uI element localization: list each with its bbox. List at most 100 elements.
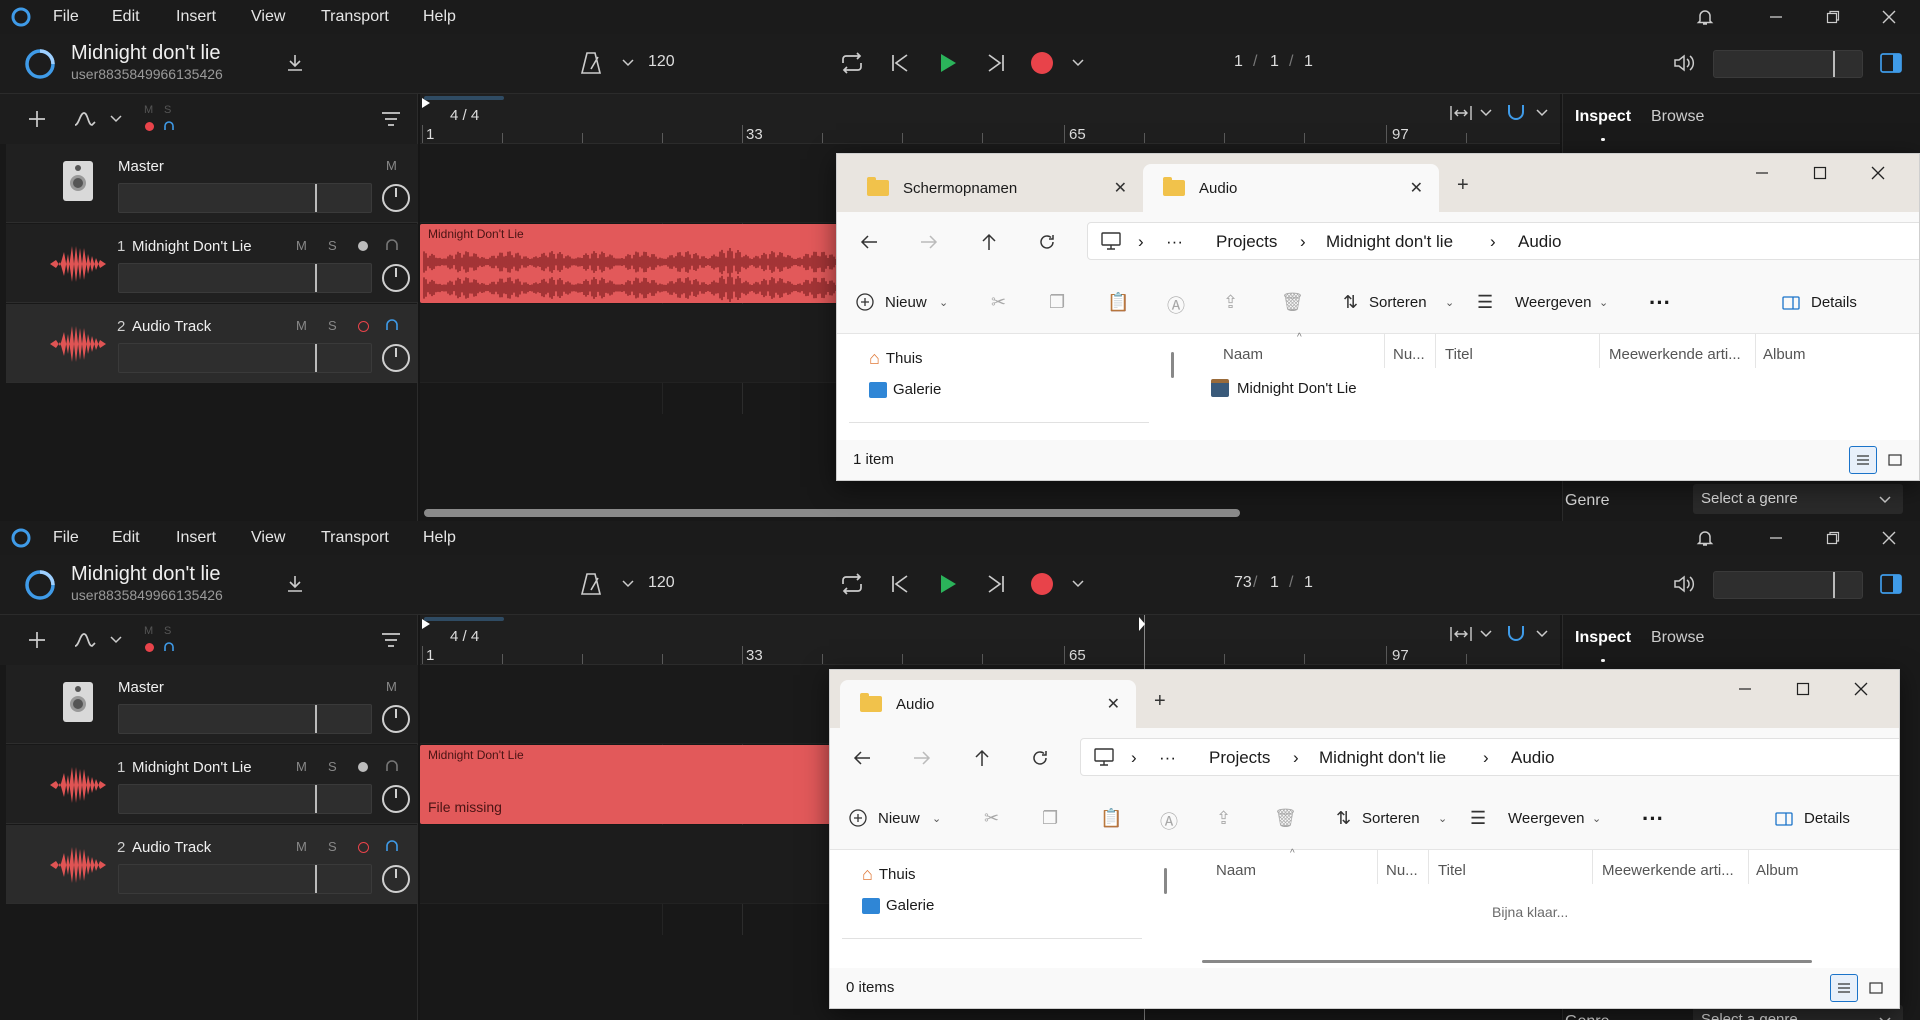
column-meewerkende-artiesten[interactable]: Meewerkende arti... — [1602, 862, 1734, 879]
menu-transport[interactable]: Transport — [321, 8, 389, 26]
sort-button[interactable]: Sorteren — [1362, 810, 1420, 827]
explorer-close-icon[interactable] — [1871, 164, 1885, 185]
view-dropdown-chevron-icon[interactable]: ⌄ — [1599, 296, 1608, 309]
address-bar[interactable]: › ··· Projects › Midnight don't lie › Au… — [1087, 222, 1919, 260]
add-track-icon[interactable] — [24, 627, 50, 653]
record-icon[interactable] — [1028, 49, 1056, 77]
playhead-marker-icon[interactable] — [1139, 617, 1145, 631]
snap-magnet-icon[interactable] — [1504, 621, 1528, 645]
timeline-ruler[interactable]: 4 / 4 1 33 65 97 — [420, 94, 1560, 144]
mute-button[interactable]: M — [296, 238, 307, 253]
project-logo-icon[interactable] — [22, 46, 58, 82]
master-track[interactable]: Master M — [6, 144, 418, 223]
position-tick[interactable]: 1 — [1304, 574, 1313, 592]
record-dropdown-chevron-icon[interactable] — [1070, 575, 1086, 593]
automation-icon[interactable] — [72, 106, 98, 132]
pan-knob[interactable] — [382, 865, 410, 893]
details-pane-icon[interactable] — [1781, 294, 1801, 312]
new-tab-plus-icon[interactable]: + — [1154, 690, 1166, 713]
explorer-tab-close-icon[interactable]: ✕ — [1410, 178, 1423, 198]
time-signature-box[interactable] — [424, 617, 504, 621]
metronome-dropdown-chevron-icon[interactable] — [620, 54, 636, 72]
nav-scrollbar[interactable] — [1171, 352, 1174, 378]
position-bar[interactable]: 1 — [1234, 53, 1243, 71]
audio-clip[interactable]: Midnight Don't Lie File missing — [420, 745, 860, 824]
minimize-icon[interactable] — [1763, 5, 1789, 29]
nav-item-thuis[interactable]: ⌂ Thuis — [869, 348, 923, 369]
track-name[interactable]: Midnight Don't Lie — [132, 238, 252, 255]
rename-icon[interactable]: Ⓐ — [1167, 292, 1185, 318]
track-name[interactable]: Midnight Don't Lie — [132, 759, 252, 776]
file-explorer-window[interactable]: Audio ✕ + › ··· Projects › Midnight don't … — [829, 669, 1900, 1009]
explorer-close-icon[interactable] — [1854, 680, 1868, 701]
column-titel[interactable]: Titel — [1438, 862, 1466, 879]
panel-toggle-icon[interactable] — [1878, 571, 1904, 597]
nav-item-galerie[interactable]: Galerie — [862, 897, 934, 914]
details-view-button[interactable] — [1849, 446, 1877, 474]
notification-bell-icon[interactable] — [1692, 525, 1718, 551]
paste-icon[interactable]: 📋 — [1100, 808, 1122, 829]
project-logo-icon[interactable] — [22, 567, 58, 603]
solo-button[interactable]: S — [328, 238, 337, 253]
column-album[interactable]: Album — [1756, 862, 1799, 879]
delete-icon[interactable]: 🗑 — [1281, 292, 1304, 313]
nav-item-galerie[interactable]: Galerie — [869, 381, 941, 398]
automation-dropdown-chevron-icon[interactable] — [108, 110, 124, 128]
cut-icon[interactable]: ✂ — [984, 808, 999, 829]
global-monitor-icon[interactable] — [162, 640, 176, 654]
breadcrumb-overflow[interactable]: ··· — [1159, 748, 1176, 768]
column-naam[interactable]: Naam — [1216, 862, 1256, 879]
nav-item-thuis[interactable]: ⌂ Thuis — [862, 864, 916, 885]
project-title[interactable]: Midnight don't lie — [71, 42, 220, 65]
explorer-tab-close-icon[interactable]: ✕ — [1107, 694, 1120, 714]
genre-select[interactable]: Select a genre — [1693, 484, 1903, 514]
up-arrow-icon[interactable] — [977, 230, 1001, 254]
back-arrow-icon[interactable] — [850, 746, 874, 770]
pan-knob[interactable] — [382, 344, 410, 372]
details-button[interactable]: Details — [1811, 294, 1857, 311]
master-volume-handle[interactable] — [1833, 51, 1835, 77]
view-button[interactable]: Weergeven — [1515, 294, 1591, 311]
paste-icon[interactable]: 📋 — [1107, 292, 1129, 313]
copy-icon[interactable]: ❐ — [1049, 292, 1065, 313]
volume-icon[interactable] — [1670, 570, 1698, 598]
track-fader[interactable] — [118, 864, 372, 894]
menu-help[interactable]: Help — [423, 8, 456, 26]
skip-back-icon[interactable] — [886, 570, 914, 598]
tab-browse[interactable]: Browse — [1651, 629, 1704, 647]
nav-scrollbar[interactable] — [1164, 868, 1167, 894]
breadcrumb-project[interactable]: Midnight don't lie — [1326, 232, 1453, 252]
master-track-fader[interactable] — [118, 183, 372, 213]
menu-file[interactable]: File — [53, 529, 79, 547]
delete-icon[interactable]: 🗑 — [1274, 808, 1297, 829]
position-beat[interactable]: 1 — [1270, 574, 1279, 592]
new-button[interactable]: Nieuw — [878, 810, 920, 827]
pan-knob[interactable] — [382, 785, 410, 813]
share-icon[interactable]: ⇪ — [1216, 808, 1231, 829]
mute-button[interactable]: M — [296, 318, 307, 333]
sort-button[interactable]: Sorteren — [1369, 294, 1427, 311]
menu-file[interactable]: File — [53, 8, 79, 26]
time-signature-box[interactable] — [424, 96, 504, 100]
new-dropdown-chevron-icon[interactable]: ⌄ — [932, 812, 941, 825]
snap-dropdown-chevron-icon[interactable] — [1534, 627, 1550, 641]
master-volume-slider[interactable] — [1713, 571, 1863, 599]
track-row[interactable]: 2 Audio Track M S — [6, 825, 418, 904]
master-pan-knob[interactable] — [382, 705, 410, 733]
fader-handle[interactable] — [315, 344, 317, 372]
monitor-icon[interactable] — [384, 838, 400, 854]
fit-zoom-icon[interactable] — [1448, 102, 1474, 124]
back-arrow-icon[interactable] — [857, 230, 881, 254]
view-dropdown-chevron-icon[interactable]: ⌄ — [1592, 812, 1601, 825]
skip-forward-icon[interactable] — [982, 570, 1010, 598]
more-options-button[interactable]: ··· — [1642, 806, 1664, 832]
explorer-maximize-icon[interactable] — [1813, 164, 1827, 185]
menu-edit[interactable]: Edit — [112, 8, 140, 26]
fader-handle[interactable] — [315, 785, 317, 813]
refresh-icon[interactable] — [1035, 230, 1059, 254]
sort-dropdown-chevron-icon[interactable]: ⌄ — [1445, 296, 1454, 309]
menu-edit[interactable]: Edit — [112, 529, 140, 547]
sort-icon[interactable]: ⇅ — [1336, 808, 1351, 829]
solo-button[interactable]: S — [328, 839, 337, 854]
refresh-icon[interactable] — [1028, 746, 1052, 770]
